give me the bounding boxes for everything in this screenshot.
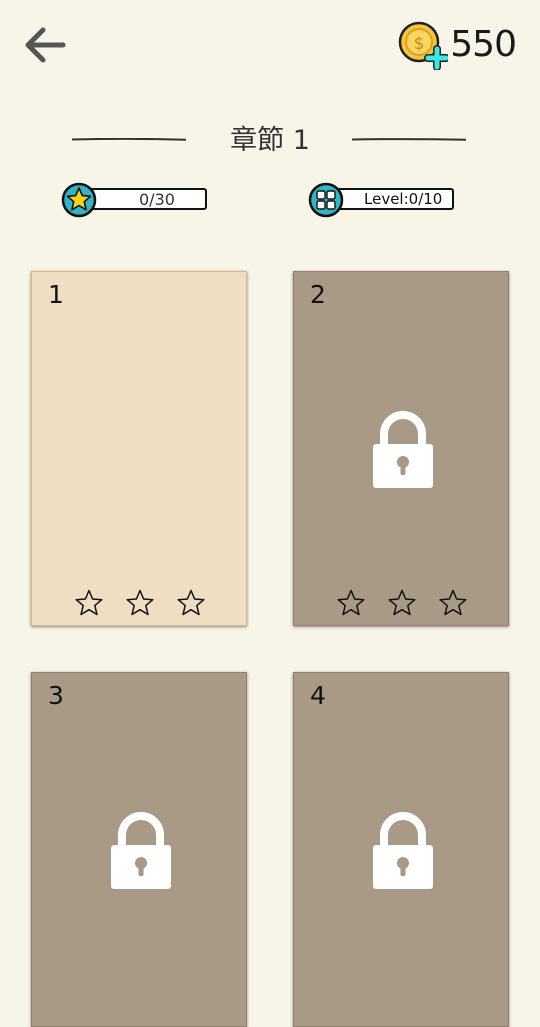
coin-count: 550 (450, 24, 517, 65)
level-stars (74, 588, 206, 618)
grid-badge-icon (308, 182, 344, 218)
star-outline-icon (337, 589, 365, 616)
arrow-left-icon (25, 27, 66, 63)
title-divider-right (352, 138, 466, 141)
lock-icon (373, 812, 433, 889)
level-card-4[interactable]: 4 (293, 672, 509, 1027)
level-number: 4 (310, 681, 326, 710)
level-progress: Level:0/10 (308, 182, 458, 218)
level-progress-bar: Level:0/10 (334, 188, 454, 210)
level-number: 1 (48, 280, 64, 309)
star-progress: 0/30 (61, 182, 211, 218)
lock-icon (111, 812, 171, 889)
level-card-2[interactable]: 2 (293, 271, 509, 626)
star-badge-icon (61, 182, 97, 218)
star-outline-icon (177, 589, 205, 616)
coin-plus-icon[interactable]: $ (398, 20, 451, 71)
level-card-1[interactable]: 1 (31, 271, 247, 626)
star-progress-text: 0/30 (139, 189, 175, 209)
back-button[interactable] (20, 22, 70, 68)
star-progress-bar: 0/30 (87, 188, 207, 210)
lock-icon (373, 411, 433, 488)
star-outline-icon (75, 589, 103, 616)
coin-balance: $ 550 (398, 20, 517, 71)
level-card-3[interactable]: 3 (31, 672, 247, 1027)
star-outline-icon (388, 589, 416, 616)
star-outline-icon (126, 589, 154, 616)
level-stars (336, 588, 468, 618)
svg-text:$: $ (414, 34, 425, 54)
star-outline-icon (439, 589, 467, 616)
level-number: 2 (310, 280, 326, 309)
level-number: 3 (48, 681, 64, 710)
level-progress-text: Level:0/10 (364, 190, 443, 208)
